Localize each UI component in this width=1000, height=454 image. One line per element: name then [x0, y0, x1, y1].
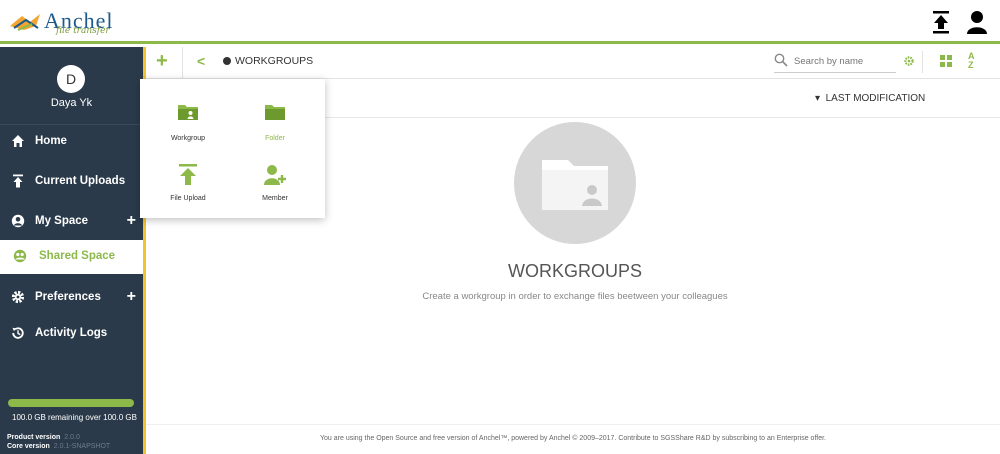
sidebar-item-current-uploads[interactable]: Current Uploads — [0, 165, 143, 199]
toolbar: + < WORKGROUPS AZ — [146, 47, 1000, 79]
search-box[interactable] — [774, 51, 896, 73]
empty-state-title: WORKGROUPS — [507, 261, 642, 281]
empty-state-description: Create a workgroup in order to exchange … — [422, 291, 728, 302]
sidebar-item-activity-logs[interactable]: Activity Logs — [0, 317, 143, 351]
user-name: Daya Yk — [50, 97, 93, 109]
preferences-add-button[interactable]: + — [127, 288, 136, 306]
avatar[interactable]: D — [57, 65, 85, 93]
sidebar-item-shared-space[interactable]: Shared Space — [0, 240, 143, 274]
sidebar-item-label: Current Uploads — [35, 175, 126, 187]
footer-text: You are using the Open Source and free v… — [320, 435, 826, 442]
quota-progress-bar — [8, 399, 134, 407]
divider — [182, 47, 183, 79]
workgroup-icon — [223, 57, 231, 65]
logo-tagline: file transfer — [56, 26, 110, 36]
empty-state-illustration — [514, 122, 636, 244]
sort-dropdown[interactable]: ▾ LAST MODIFICATION — [815, 93, 925, 104]
sidebar: D Daya Yk Home Current Uploads My Space … — [0, 47, 143, 454]
workgroup-icon — [178, 105, 198, 120]
sidebar-item-preferences[interactable]: Preferences + — [0, 281, 143, 315]
user-circle-icon — [11, 214, 25, 228]
add-member-icon — [264, 165, 286, 185]
quota-text: 100.0 GB remaining over 100.0 GB — [12, 413, 137, 422]
user-profile[interactable]: D Daya Yk — [0, 47, 143, 125]
sidebar-item-label: Activity Logs — [35, 327, 108, 339]
menu-item-label: Folder — [265, 135, 285, 142]
home-icon — [12, 135, 24, 147]
my-space-add-button[interactable]: + — [127, 212, 136, 230]
grid-view-icon[interactable] — [940, 55, 952, 67]
upload-icon — [13, 174, 23, 188]
group-icon — [13, 249, 27, 263]
top-bar: Anchel file transfer — [0, 0, 1000, 44]
sidebar-item-label: Home — [35, 135, 67, 147]
chevron-down-icon: ▾ — [815, 93, 821, 104]
divider — [922, 51, 923, 73]
gear-icon — [11, 290, 25, 304]
breadcrumb[interactable]: WORKGROUPS — [223, 55, 313, 67]
sidebar-item-my-space[interactable]: My Space + — [0, 205, 143, 239]
app-logo[interactable]: Anchel file transfer — [8, 6, 138, 38]
menu-item-workgroup[interactable]: Workgroup — [148, 103, 228, 153]
sidebar-item-label: Shared Space — [39, 250, 116, 262]
sidebar-item-label: Preferences — [35, 291, 101, 303]
folder-icon — [265, 105, 285, 120]
account-icon[interactable] — [966, 10, 990, 36]
add-button[interactable]: + — [156, 50, 168, 73]
search-input[interactable] — [794, 54, 892, 68]
sidebar-item-home[interactable]: Home — [0, 125, 143, 159]
menu-item-label: Member — [262, 195, 288, 202]
sidebar-item-label: My Space — [35, 215, 89, 227]
back-button[interactable]: < — [197, 53, 205, 69]
footer: You are using the Open Source and free v… — [146, 424, 1000, 454]
logo-icon — [10, 14, 40, 31]
core-version: Core version 2.0.1-SNAPSHOT — [7, 443, 111, 450]
search-settings-icon[interactable] — [904, 56, 914, 66]
menu-item-file-upload[interactable]: File Upload — [148, 164, 228, 214]
sort-alpha-icon[interactable]: AZ — [968, 52, 975, 70]
upload-queue-icon[interactable] — [930, 10, 954, 36]
folder-user-icon — [542, 160, 608, 210]
menu-item-label: Workgroup — [170, 135, 206, 142]
history-icon — [12, 327, 24, 339]
file-upload-icon — [179, 164, 197, 185]
menu-item-label: File Upload — [170, 195, 206, 202]
product-version: Product version 2.0.0 — [7, 434, 80, 441]
add-menu-popup: Workgroup Folder File Upload Member — [140, 79, 325, 218]
menu-item-folder[interactable]: Folder — [235, 103, 315, 153]
search-icon — [774, 53, 788, 67]
menu-item-member[interactable]: Member — [235, 164, 315, 214]
